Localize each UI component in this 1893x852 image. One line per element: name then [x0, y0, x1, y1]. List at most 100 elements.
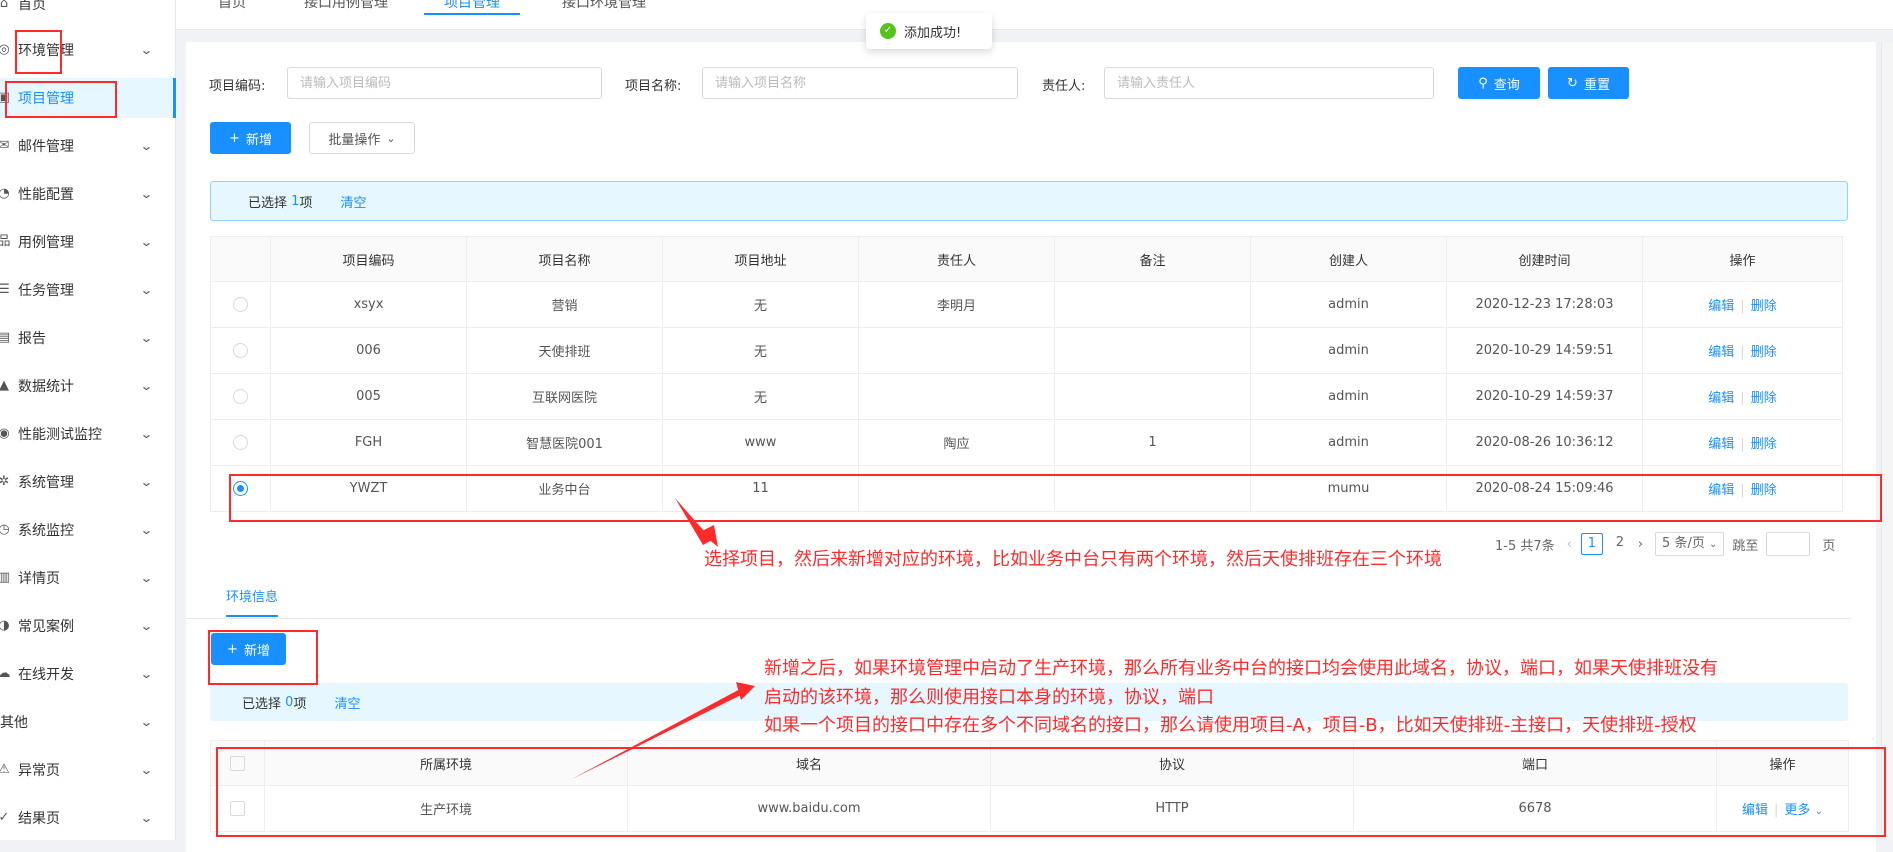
chevron-down-icon: ⌄: [139, 619, 153, 633]
sidebar-item-online-dev[interactable]: ☁ 在线开发 ⌄: [0, 654, 176, 694]
tab-api-cases[interactable]: 接口用例管理: [304, 0, 388, 15]
case-icon: 品: [0, 234, 11, 249]
cell-remark: [1054, 327, 1251, 374]
clear-selection-link[interactable]: 清空: [340, 192, 366, 211]
column-header: 项目编码: [270, 236, 467, 282]
cell-code: FGH: [270, 419, 467, 466]
sidebar-item-mail[interactable]: ✉ 邮件管理 ⌄: [0, 126, 176, 166]
table-row[interactable]: 生产环境 www.baidu.com HTTP 6678 编辑 | 更多 ⌄: [210, 785, 1849, 832]
row-radio[interactable]: [233, 343, 248, 358]
add-project-label: 新增: [245, 132, 272, 148]
action-divider: |: [1774, 803, 1779, 818]
cell-code: 006: [270, 327, 467, 374]
sidebar-item-project[interactable]: ▣ 项目管理: [0, 78, 176, 118]
sidebar-item-stats[interactable]: ▲ 数据统计 ⌄: [0, 366, 176, 406]
page-2[interactable]: 2: [1609, 533, 1631, 555]
cell-creator: admin: [1250, 327, 1447, 374]
next-page-icon[interactable]: ›: [1638, 537, 1643, 552]
cell-time: 2020-10-29 14:59:37: [1446, 373, 1643, 420]
jump-page-input[interactable]: [1766, 532, 1811, 556]
select-all-checkbox[interactable]: [230, 755, 245, 771]
success-toast: ✓ 添加成功!: [866, 13, 992, 49]
cell-time: 2020-08-24 15:09:46: [1446, 465, 1643, 512]
tab-home[interactable]: 首页: [218, 0, 246, 15]
owner-input[interactable]: [1104, 67, 1434, 99]
prev-page-icon[interactable]: ‹: [1567, 537, 1572, 552]
sidebar-item-report[interactable]: ▤ 报告 ⌄: [0, 318, 176, 358]
row-checkbox[interactable]: [230, 801, 245, 816]
edit-link[interactable]: 编辑: [1708, 345, 1734, 360]
sidebar-item-home[interactable]: ⌂ 首页: [0, 0, 176, 24]
delete-link[interactable]: 删除: [1751, 299, 1777, 314]
cell-creator: admin: [1250, 419, 1447, 466]
column-header: 备注: [1054, 236, 1251, 282]
tab-project-management[interactable]: 项目管理: [424, 0, 520, 15]
edit-link[interactable]: 编辑: [1708, 391, 1734, 406]
sidebar-item-env[interactable]: ◎ 环境管理 ⌄: [0, 30, 176, 70]
reset-button[interactable]: ↻ 重置: [1548, 67, 1629, 99]
annotation-note-2-line-3: 如果一个项目的接口中存在多个不同域名的接口，那么请使用项目-A，项目-B，比如天…: [764, 715, 1697, 736]
sidebar-item-perf-config[interactable]: ◔ 性能配置 ⌄: [0, 174, 176, 214]
project-code-label: 项目编码:: [209, 79, 266, 94]
table-header-row: 项目编码 项目名称 项目地址 责任人 备注 创建人 创建时间 操作: [210, 236, 1843, 282]
row-radio-selected[interactable]: [233, 481, 248, 496]
sidebar-item-result[interactable]: ✓ 结果页 ⌄: [0, 798, 176, 838]
sidebar-item-perf-monitor[interactable]: ◉ 性能测试监控 ⌄: [0, 414, 176, 454]
sidebar-item-task[interactable]: ☰ 任务管理 ⌄: [0, 270, 176, 310]
table-row[interactable]: FGH 智慧医院001 www 陶应 1 admin 2020-08-26 10…: [210, 419, 1843, 466]
edit-link[interactable]: 编辑: [1708, 299, 1734, 314]
chart-icon: ▲: [0, 378, 9, 393]
clear-selection-link[interactable]: 清空: [334, 693, 360, 712]
cell-port: 6678: [1353, 785, 1717, 832]
page-1[interactable]: 1: [1580, 533, 1603, 555]
row-radio[interactable]: [233, 389, 248, 404]
action-divider: |: [1740, 345, 1745, 360]
cell-creator: admin: [1250, 373, 1447, 420]
tab-env-info[interactable]: 环境信息: [226, 586, 279, 617]
chevron-down-icon: ⌄: [139, 715, 153, 729]
dashboard-icon: ◷: [0, 522, 10, 537]
delete-link[interactable]: 删除: [1751, 391, 1777, 406]
edit-link[interactable]: 编辑: [1708, 437, 1734, 452]
chevron-down-icon: ⌄: [139, 139, 153, 153]
cell-owner: [858, 373, 1055, 420]
table-row-selected[interactable]: YWZT 业务中台 11 mumu 2020-08-24 15:09:46 编辑…: [210, 465, 1843, 512]
sidebar-item-cases[interactable]: ◑ 常见案例 ⌄: [0, 606, 176, 646]
page-size-select[interactable]: 5 条/页 ⌄: [1655, 532, 1725, 556]
scrollbar[interactable]: [1881, 42, 1893, 840]
refresh-icon: ↻: [1567, 75, 1578, 91]
more-dropdown[interactable]: 更多 ⌄: [1784, 803, 1823, 818]
warning-icon: ⚠: [0, 762, 10, 777]
edit-link[interactable]: 编辑: [1742, 803, 1768, 818]
add-env-button[interactable]: + 新增: [211, 633, 286, 665]
project-code-input[interactable]: [287, 67, 602, 99]
delete-link[interactable]: 删除: [1751, 345, 1777, 360]
sidebar-item-sys-monitor[interactable]: ◷ 系统监控 ⌄: [0, 510, 176, 550]
tab-api-env[interactable]: 接口环境管理: [562, 0, 646, 15]
mail-icon: ✉: [0, 138, 10, 153]
column-header: 责任人: [858, 236, 1055, 282]
cloud-icon: ☁: [0, 666, 11, 681]
batch-action-dropdown[interactable]: 批量操作 ⌄: [309, 122, 415, 154]
sidebar-item-system[interactable]: ✲ 系统管理 ⌄: [0, 462, 176, 502]
add-project-button[interactable]: + 新增: [210, 122, 291, 154]
query-button[interactable]: ⚲ 查询: [1458, 67, 1540, 99]
delete-link[interactable]: 删除: [1751, 437, 1777, 452]
delete-link[interactable]: 删除: [1751, 483, 1777, 498]
table-row[interactable]: 006 天使排班 无 admin 2020-10-29 14:59:51 编辑 |…: [210, 327, 1843, 374]
row-radio[interactable]: [233, 435, 248, 450]
project-name-input[interactable]: [702, 67, 1018, 99]
table-row[interactable]: xsyx 营销 无 李明月 admin 2020-12-23 17:28:03 …: [210, 281, 1843, 328]
edit-link[interactable]: 编辑: [1708, 483, 1734, 498]
column-header: 操作: [1716, 740, 1849, 786]
cell-address: 无: [662, 327, 859, 374]
cell-time: 2020-08-26 10:36:12: [1446, 419, 1643, 466]
sidebar-item-other[interactable]: 其他 ⌄: [0, 702, 176, 742]
sidebar-item-detail[interactable]: ▥ 详情页 ⌄: [0, 558, 176, 598]
sidebar-item-case[interactable]: 品用例管理 ⌄: [0, 222, 176, 262]
row-radio[interactable]: [233, 297, 248, 312]
env-table: 所属环境 域名 协议 端口 操作 生产环境 www.baidu.com HTTP…: [210, 740, 1849, 832]
table-row[interactable]: 005 互联网医院 无 admin 2020-10-29 14:59:37 编辑…: [210, 373, 1843, 420]
tab-divider: [186, 618, 1851, 619]
sidebar-item-exception[interactable]: ⚠ 异常页 ⌄: [0, 750, 176, 790]
